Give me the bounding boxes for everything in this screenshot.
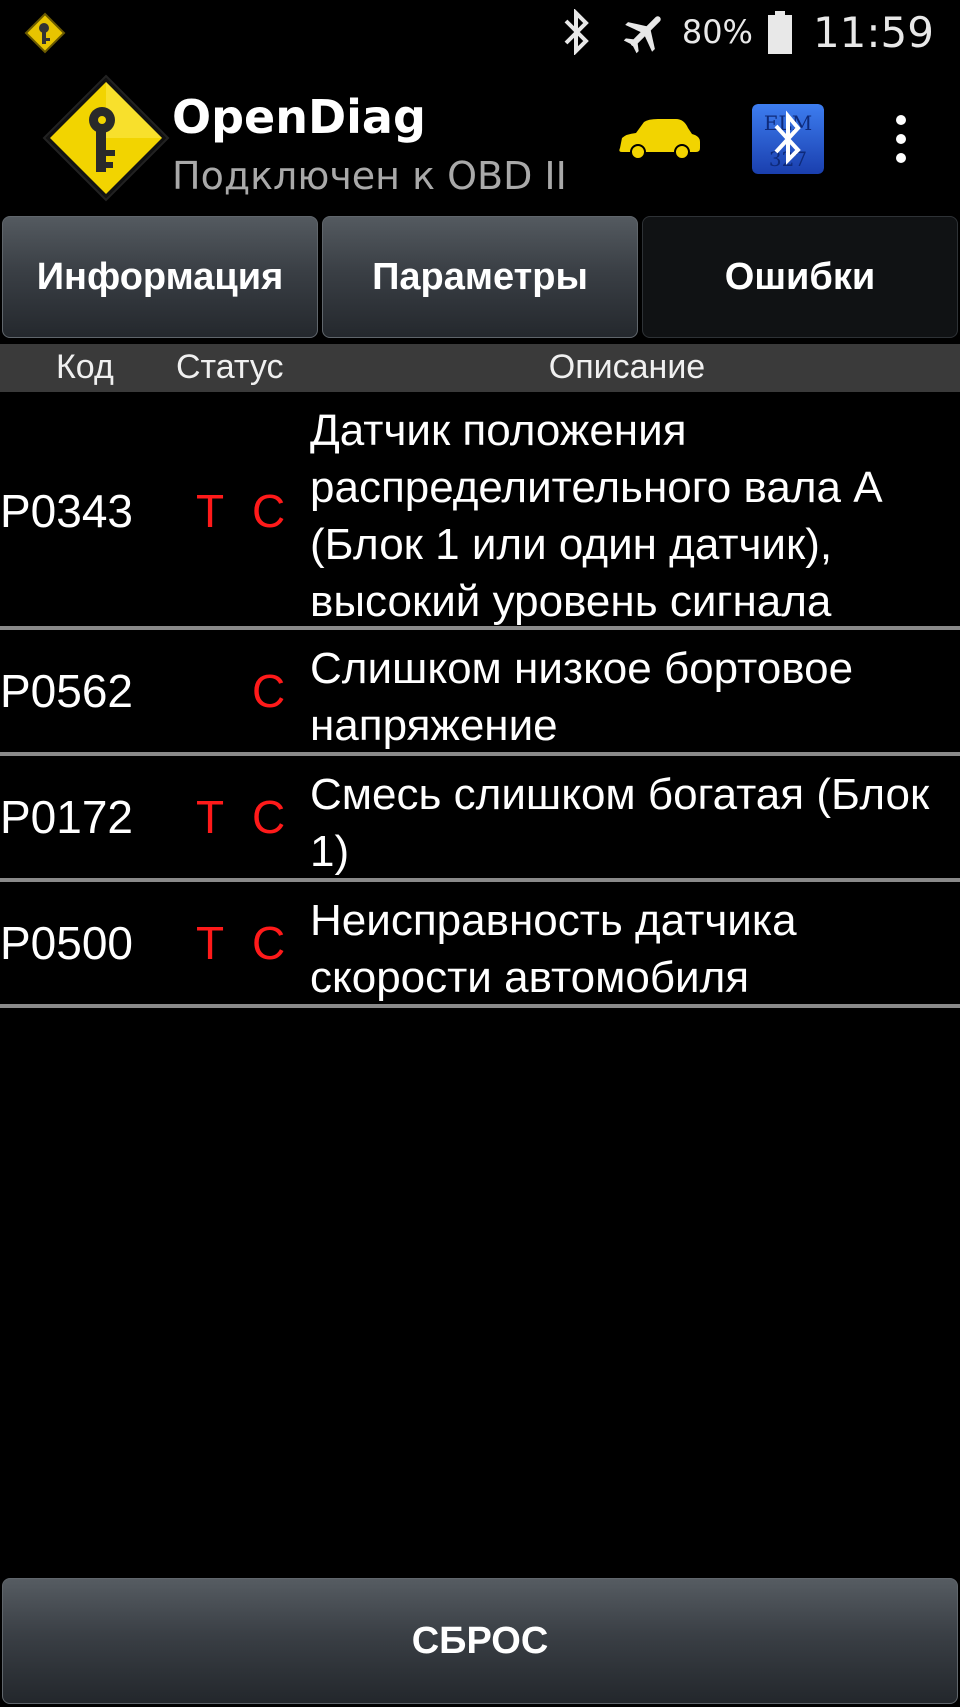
column-header: Код Статус Описание: [0, 344, 960, 392]
fault-list: P0343 T C Датчик положения распределител…: [0, 392, 960, 1008]
tab-errors[interactable]: Ошибки: [640, 213, 960, 341]
battery-icon: [767, 11, 792, 54]
flag-t: T: [196, 791, 225, 843]
tab-label: Информация: [2, 216, 318, 338]
airplane-mode-icon: [623, 16, 661, 54]
app-notification-icon: [24, 12, 66, 54]
clock: 11:59: [812, 7, 934, 57]
overflow-menu-icon[interactable]: [880, 106, 922, 172]
fault-row[interactable]: P0562 C Слишком низкое бортовое напряжен…: [0, 630, 960, 756]
flag-t: T: [196, 485, 225, 537]
fault-description: Датчик положения распределительного вала…: [310, 406, 883, 626]
fault-description: Смесь слишком богатая (Блок 1): [310, 770, 930, 876]
flag-c: C: [252, 791, 286, 843]
status-bar: 80% 11:59: [0, 0, 960, 64]
app-title: OpenDiag: [172, 90, 426, 144]
fault-row[interactable]: P0172 T C Смесь слишком богатая (Блок 1): [0, 756, 960, 882]
fault-row[interactable]: P0343 T C Датчик положения распределител…: [0, 392, 960, 630]
fault-row[interactable]: P0500 T C Неисправность датчика скорости…: [0, 882, 960, 1008]
flag-c: C: [252, 665, 286, 717]
tab-bar: Информация Параметры Ошибки: [0, 213, 960, 341]
flag-c: C: [252, 485, 286, 537]
fault-description: Слишком низкое бортовое напряжение: [310, 644, 854, 750]
app-logo-icon: [42, 74, 170, 202]
connection-status: Подключен к OBD II: [172, 154, 567, 198]
fault-code: P0172: [0, 791, 134, 843]
battery-percent: 80%: [681, 13, 753, 51]
fault-description: Неисправность датчика скорости автомобил…: [310, 896, 797, 1002]
bluetooth-icon: [564, 9, 589, 55]
fault-code: P0343: [0, 485, 134, 537]
bluetooth-elm327-icon[interactable]: ELM 327: [752, 104, 824, 174]
fault-code: P0562: [0, 665, 134, 717]
reset-button[interactable]: СБРОС: [2, 1578, 958, 1704]
flag-c: C: [252, 917, 286, 969]
action-bar: OpenDiag Подключен к OBD II ELM 327: [0, 64, 960, 212]
flag-t: T: [196, 917, 225, 969]
fault-code: P0500: [0, 917, 134, 969]
tab-parameters[interactable]: Параметры: [320, 213, 640, 341]
tab-label: Ошибки: [642, 216, 958, 338]
column-description: Описание: [548, 348, 706, 386]
tab-label: Параметры: [322, 216, 638, 338]
tab-information[interactable]: Информация: [0, 213, 320, 341]
car-icon[interactable]: [614, 114, 704, 164]
